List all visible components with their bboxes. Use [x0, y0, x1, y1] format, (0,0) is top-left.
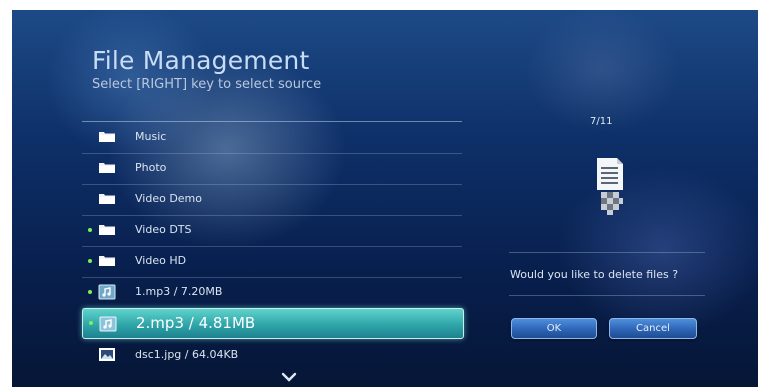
folder-icon: [98, 191, 116, 206]
list-item-music[interactable]: Music: [82, 122, 462, 154]
file-management-screen: File Management Select [RIGHT] key to se…: [12, 10, 758, 387]
cancel-button[interactable]: Cancel: [609, 318, 697, 339]
audio-file-icon: [99, 316, 117, 332]
list-item-label: dsc1.jpg / 64.04KB: [135, 348, 239, 361]
image-file-icon: [98, 347, 116, 362]
audio-file-icon: [98, 284, 116, 300]
panel-divider: [509, 252, 705, 253]
list-item-video-demo[interactable]: Video Demo: [82, 184, 462, 216]
list-item-video-dts[interactable]: Video DTS: [82, 215, 462, 247]
list-item-label: Video DTS: [135, 223, 192, 236]
marked-indicator-icon: [89, 321, 93, 325]
page-subtitle: Select [RIGHT] key to select source: [92, 77, 322, 92]
list-item-video-hd[interactable]: Video HD: [82, 246, 462, 278]
list-item-label: 2.mp3 / 4.81MB: [136, 314, 256, 332]
list-item-dsc1-jpg[interactable]: dsc1.jpg / 64.04KB: [82, 340, 462, 371]
list-item-label: 1.mp3 / 7.20MB: [135, 285, 223, 298]
marked-indicator-icon: [88, 290, 92, 294]
item-counter: 7/11: [590, 116, 613, 127]
list-item-2-mp3[interactable]: 2.mp3 / 4.81MB: [82, 308, 464, 339]
list-item-label: Video Demo: [135, 192, 202, 205]
delete-confirm-question: Would you like to delete files ?: [510, 268, 679, 281]
page-title: File Management: [92, 46, 310, 75]
document-delete-icon: [595, 158, 625, 216]
list-item-label: Music: [135, 130, 167, 143]
list-item-label: Photo: [135, 161, 167, 174]
ok-button[interactable]: OK: [511, 318, 597, 339]
marked-indicator-icon: [88, 259, 92, 263]
chevron-down-icon[interactable]: [280, 372, 298, 386]
list-item-label: Video HD: [135, 254, 187, 267]
folder-icon: [98, 222, 116, 237]
folder-icon: [98, 160, 116, 175]
folder-icon: [98, 253, 116, 268]
list-item-1-mp3[interactable]: 1.mp3 / 7.20MB: [82, 277, 462, 309]
marked-indicator-icon: [88, 228, 92, 232]
folder-icon: [98, 129, 116, 144]
panel-divider: [509, 295, 705, 296]
list-item-photo[interactable]: Photo: [82, 153, 462, 185]
